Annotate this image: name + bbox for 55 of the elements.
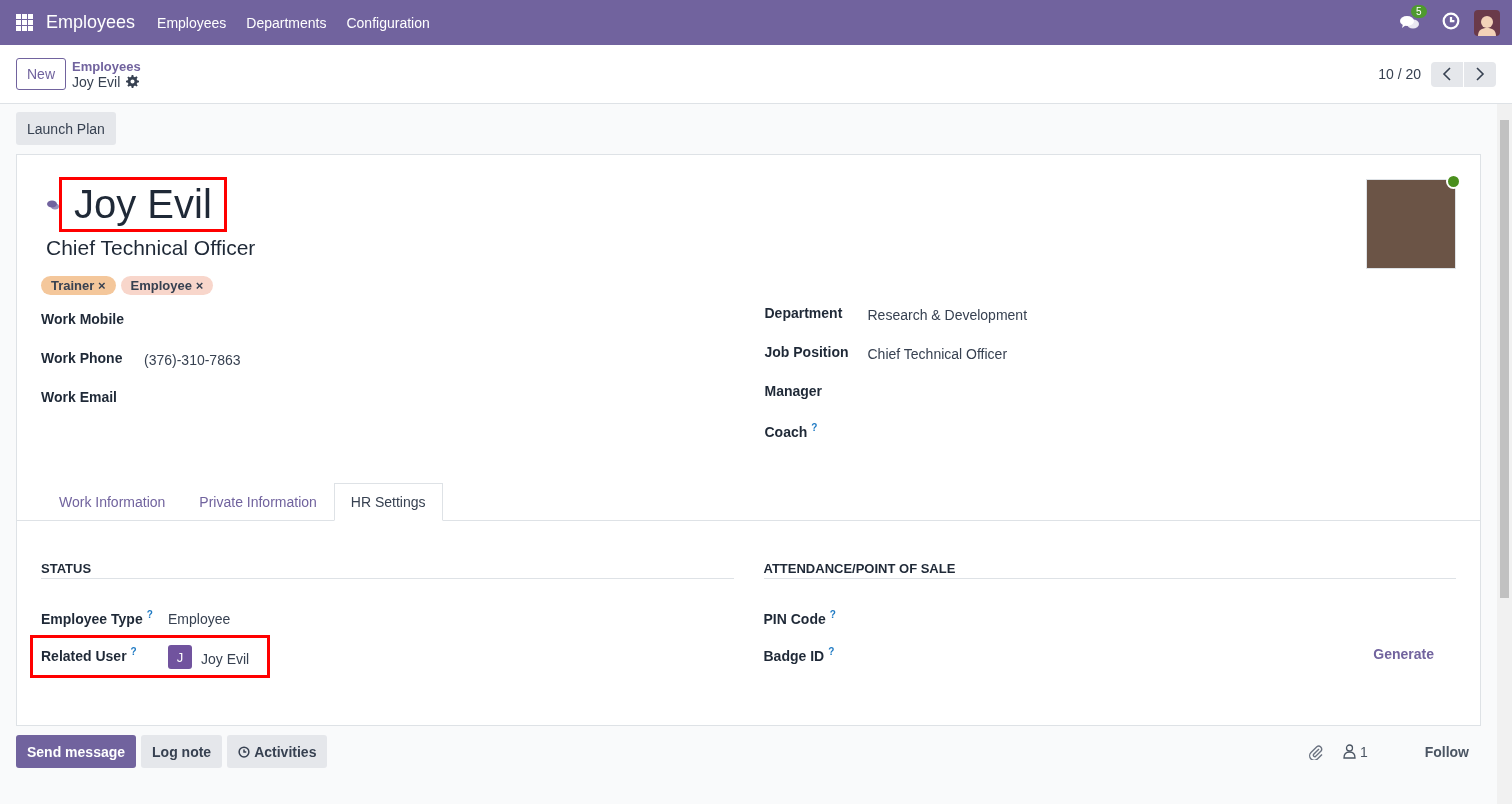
chevron-left-icon — [1442, 67, 1452, 81]
field-label: PIN Code $^{?}$ — [763, 609, 837, 627]
field-label: Badge ID $^{?}$ — [763, 646, 836, 664]
pager-value: 10 / 20 — [1378, 66, 1421, 82]
clock-icon — [238, 745, 251, 758]
next-button[interactable] — [1464, 61, 1496, 87]
notification-badge: 5 — [1411, 4, 1427, 18]
scrollbar[interactable] — [1497, 104, 1512, 804]
settings-icon[interactable] — [126, 75, 140, 88]
field-label: Work Mobile — [41, 310, 125, 327]
user-avatar: J — [168, 645, 192, 669]
chevron-right-icon — [1475, 67, 1485, 81]
generate-button[interactable]: Generate — [1373, 646, 1434, 662]
user-avatar[interactable] — [1474, 9, 1500, 36]
clock-icon — [1442, 12, 1460, 30]
field-label: Work Email — [41, 388, 118, 405]
section-title: ATTENDANCE/POINT OF SALE — [763, 561, 1456, 579]
previous-button[interactable] — [1431, 61, 1463, 87]
menu-item[interactable]: Departments — [246, 14, 327, 31]
breadcrumb-link[interactable]: Employees — [72, 58, 141, 74]
breadcrumb-current: Joy Evil — [72, 73, 121, 90]
field-value: Chief Technical Officer — [867, 345, 1009, 362]
field-value: Research & Development — [867, 306, 1029, 323]
field-value: (376)-310-7863 — [144, 351, 242, 368]
tab[interactable]: Private Information — [182, 483, 334, 521]
tab[interactable]: Work Information — [42, 483, 183, 521]
chatter-button[interactable]: Log note — [141, 735, 223, 768]
field-label: Department — [764, 304, 844, 321]
field-value[interactable]: Joy Evil — [201, 650, 250, 667]
tag: Trainer × — [41, 276, 116, 295]
field-label: Manager — [764, 382, 824, 399]
launch-plan-button[interactable]: Launch Plan — [16, 112, 116, 145]
job-title: Chief Technical Officer — [46, 236, 256, 260]
field-label: Job Position — [764, 343, 850, 360]
person-icon — [1342, 744, 1356, 759]
field-label: Related User $^{?}$ — [41, 646, 138, 664]
employee-name: Joy Evil — [59, 177, 227, 232]
field-label: Coach $^{?}$ — [764, 421, 819, 440]
followers-button[interactable]: 1 — [1342, 743, 1368, 760]
chat-bubbles-icon[interactable] — [47, 199, 59, 210]
chatter-button[interactable]: Send message — [16, 735, 137, 768]
paperclip-icon[interactable] — [1307, 743, 1324, 760]
chatter-button[interactable]: Activities — [227, 735, 328, 768]
section-title: STATUS — [41, 561, 734, 579]
tag: Employee × — [120, 276, 214, 295]
field-label: Work Phone — [41, 349, 124, 366]
menu-item[interactable]: Configuration — [346, 14, 430, 31]
apps-menu-icon[interactable] — [16, 13, 34, 32]
field-label: Employee Type $^{?}$ — [41, 609, 154, 627]
field-value: Employee — [168, 610, 231, 627]
follow-button[interactable]: Follow — [1424, 743, 1469, 760]
tab[interactable]: HR Settings — [333, 483, 443, 521]
menu-item[interactable]: Employees — [157, 14, 227, 31]
app-name[interactable]: Employees — [46, 12, 136, 33]
new-button[interactable]: New — [16, 58, 66, 90]
